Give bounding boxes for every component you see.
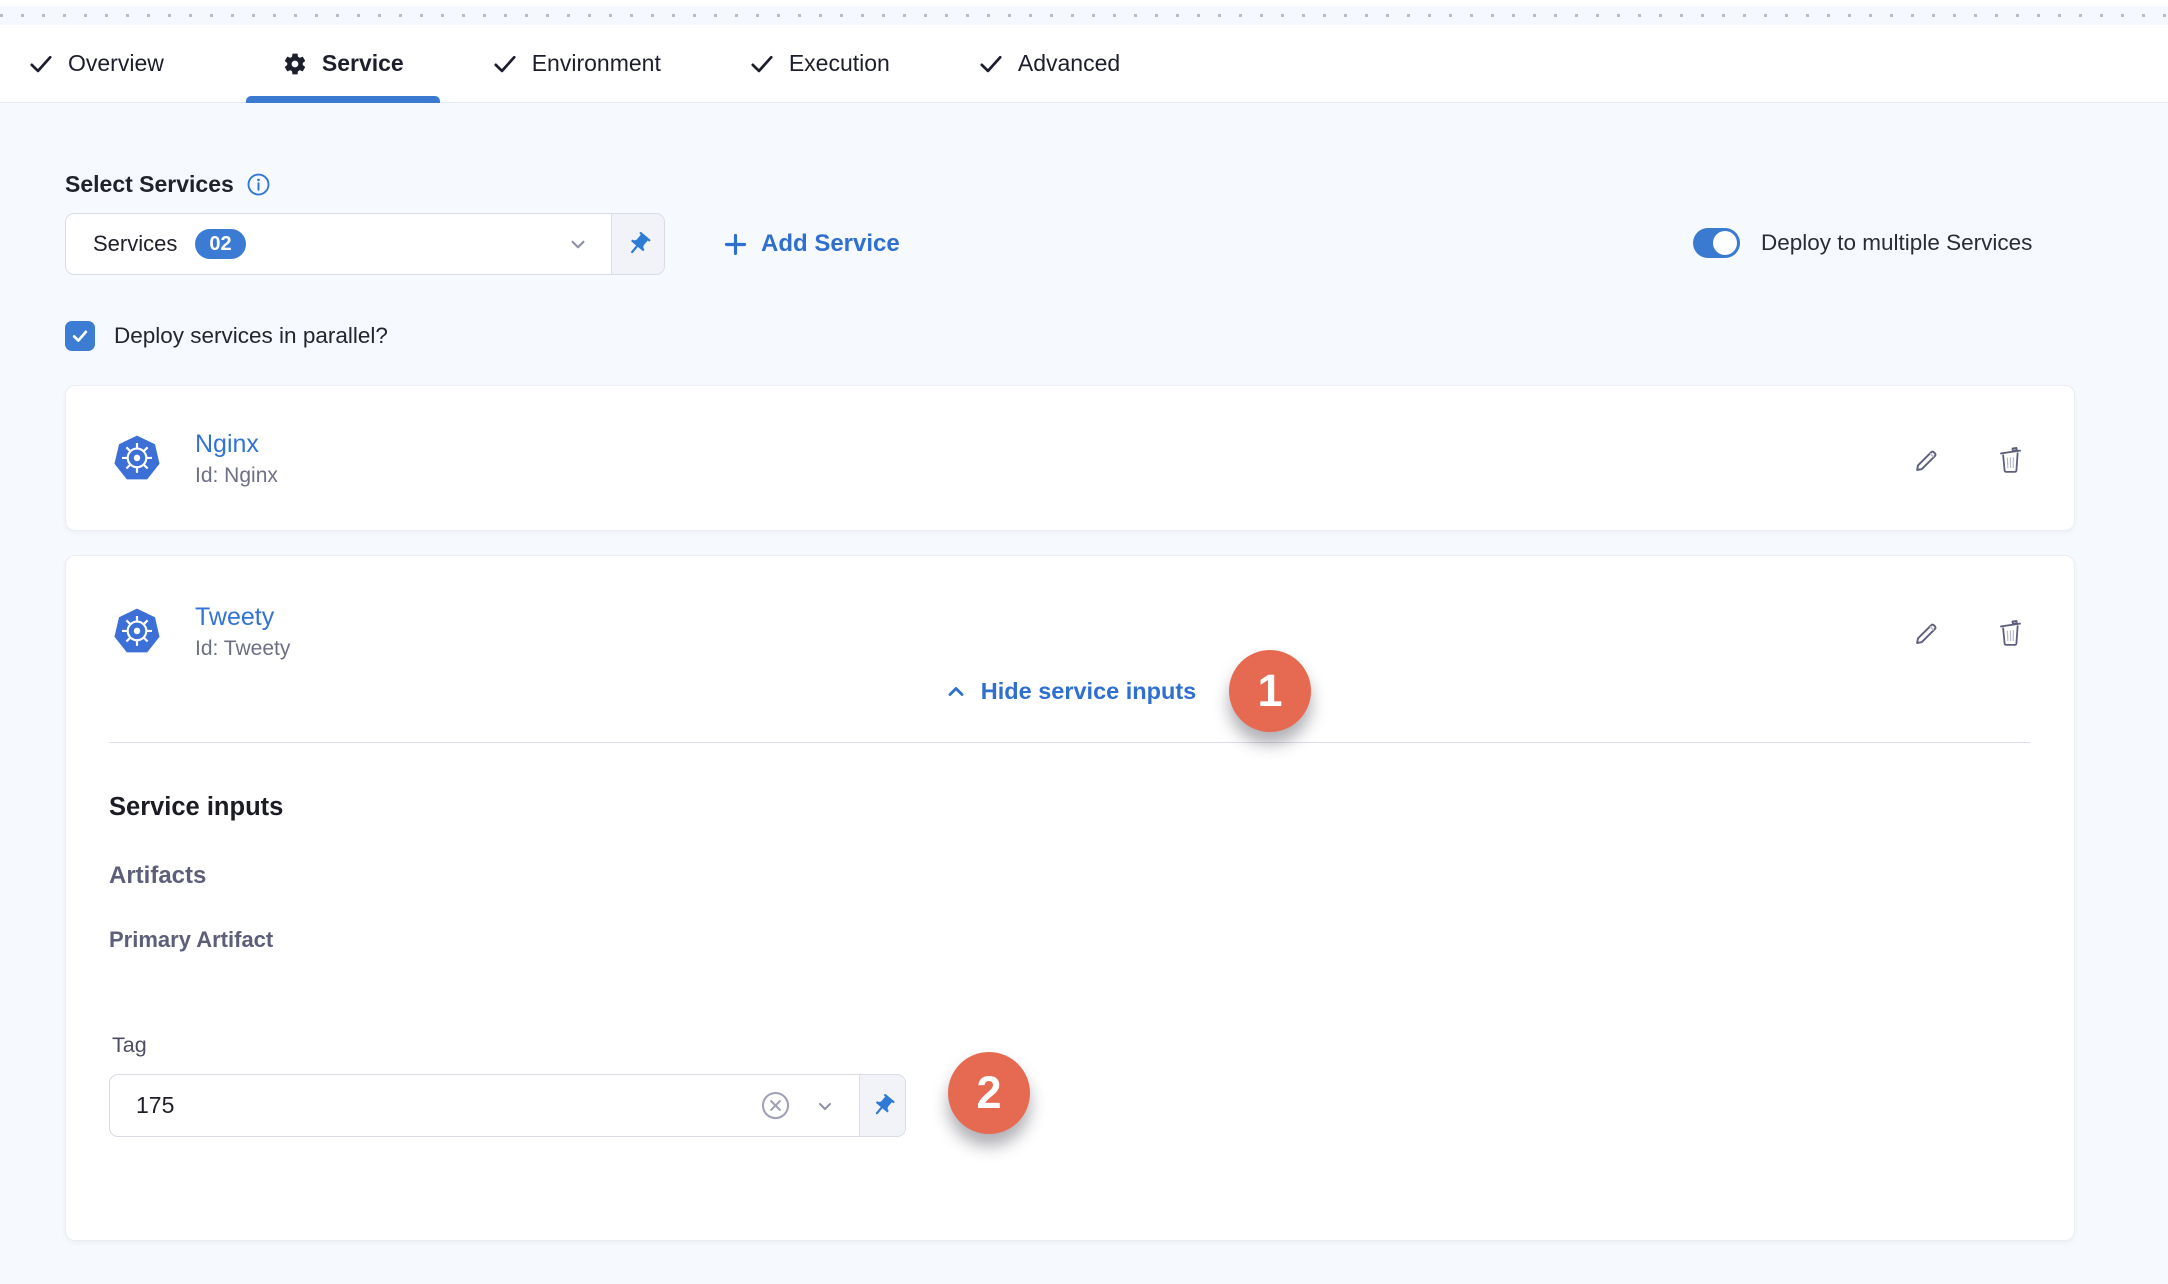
tab-label: Overview <box>68 50 164 77</box>
kubernetes-icon <box>111 433 163 485</box>
parallel-checkbox[interactable] <box>65 321 95 351</box>
services-count-badge: 02 <box>195 229 245 259</box>
check-icon <box>70 326 90 346</box>
service-name-link[interactable]: Nginx <box>195 430 278 459</box>
deploy-multiple-row: Deploy to multiple Services <box>1693 228 2032 258</box>
gear-icon <box>282 51 308 77</box>
annotation-badge-1: 1 <box>1229 650 1311 732</box>
tab-execution[interactable]: Execution <box>705 25 934 102</box>
divider <box>109 742 2030 743</box>
hide-service-inputs-link[interactable]: Hide service inputs <box>66 678 2074 705</box>
tag-pin-button[interactable] <box>859 1075 905 1136</box>
plus-icon <box>722 231 749 258</box>
tab-label: Execution <box>789 50 890 77</box>
info-icon[interactable] <box>246 172 271 197</box>
delete-service-button[interactable] <box>1995 617 2026 648</box>
tab-label: Advanced <box>1018 50 1120 77</box>
check-icon <box>978 51 1004 77</box>
edit-icon <box>1912 444 1943 475</box>
services-multiselect: Services 02 <box>65 213 665 275</box>
annotation-badge-2: 2 <box>948 1052 1030 1134</box>
check-icon <box>492 51 518 77</box>
services-dropdown[interactable]: Services 02 <box>66 214 611 274</box>
pin-icon <box>870 1093 896 1119</box>
tab-label: Service <box>322 50 404 77</box>
tab-service[interactable]: Service <box>238 25 448 102</box>
service-card-tweety: Tweety Id: Tweety Hide service inputs 1 … <box>65 555 2075 1241</box>
delete-icon <box>1995 444 2026 475</box>
deploy-multiple-label: Deploy to multiple Services <box>1761 230 2032 256</box>
pin-icon <box>625 231 652 258</box>
parallel-row: Deploy services in parallel? <box>65 321 388 351</box>
select-services-label: Select Services <box>65 171 271 198</box>
check-icon <box>749 51 775 77</box>
primary-artifact-heading: Primary Artifact <box>109 927 273 953</box>
services-pin-button[interactable] <box>611 214 664 274</box>
delete-service-button[interactable] <box>1995 444 2026 475</box>
service-id: Id: Tweety <box>195 637 290 661</box>
services-dropdown-value: Services <box>93 231 177 257</box>
service-name-link[interactable]: Tweety <box>195 603 290 632</box>
service-id: Id: Nginx <box>195 464 278 488</box>
service-card-header: Tweety Id: Tweety <box>66 556 2074 686</box>
chevron-down-icon[interactable] <box>813 1094 837 1118</box>
tag-label: Tag <box>112 1033 147 1058</box>
stage-tabbar: Overview Service Environment Execution A… <box>0 25 2168 103</box>
parallel-label: Deploy services in parallel? <box>114 323 388 349</box>
hide-service-inputs-label: Hide service inputs <box>981 678 1197 705</box>
service-config-page: Overview Service Environment Execution A… <box>0 0 2168 1284</box>
service-tab-content: Select Services Services 02 Add Service … <box>0 103 2168 1284</box>
service-card-header: Nginx Id: Nginx <box>66 386 2074 532</box>
delete-icon <box>1995 617 2026 648</box>
artifacts-heading: Artifacts <box>109 862 206 890</box>
clear-icon[interactable] <box>760 1090 791 1121</box>
chevron-down-icon[interactable] <box>565 231 591 257</box>
tab-label: Environment <box>532 50 661 77</box>
check-icon <box>28 51 54 77</box>
tab-environment[interactable]: Environment <box>448 25 705 102</box>
tag-input[interactable] <box>110 1092 760 1119</box>
deploy-multiple-toggle[interactable] <box>1693 228 1740 258</box>
service-inputs-title: Service inputs <box>109 793 283 822</box>
tag-control <box>109 1074 906 1137</box>
tab-overview[interactable]: Overview <box>28 25 208 102</box>
chevron-up-icon <box>944 680 968 704</box>
edit-service-button[interactable] <box>1912 617 1943 648</box>
tab-advanced[interactable]: Advanced <box>934 25 1164 102</box>
pipeline-connector-dots <box>0 6 2168 25</box>
service-card-nginx: Nginx Id: Nginx <box>65 385 2075 531</box>
edit-icon <box>1912 617 1943 648</box>
edit-service-button[interactable] <box>1912 444 1943 475</box>
kubernetes-icon <box>111 606 163 658</box>
add-service-label: Add Service <box>761 230 900 258</box>
add-service-button[interactable]: Add Service <box>722 227 900 261</box>
